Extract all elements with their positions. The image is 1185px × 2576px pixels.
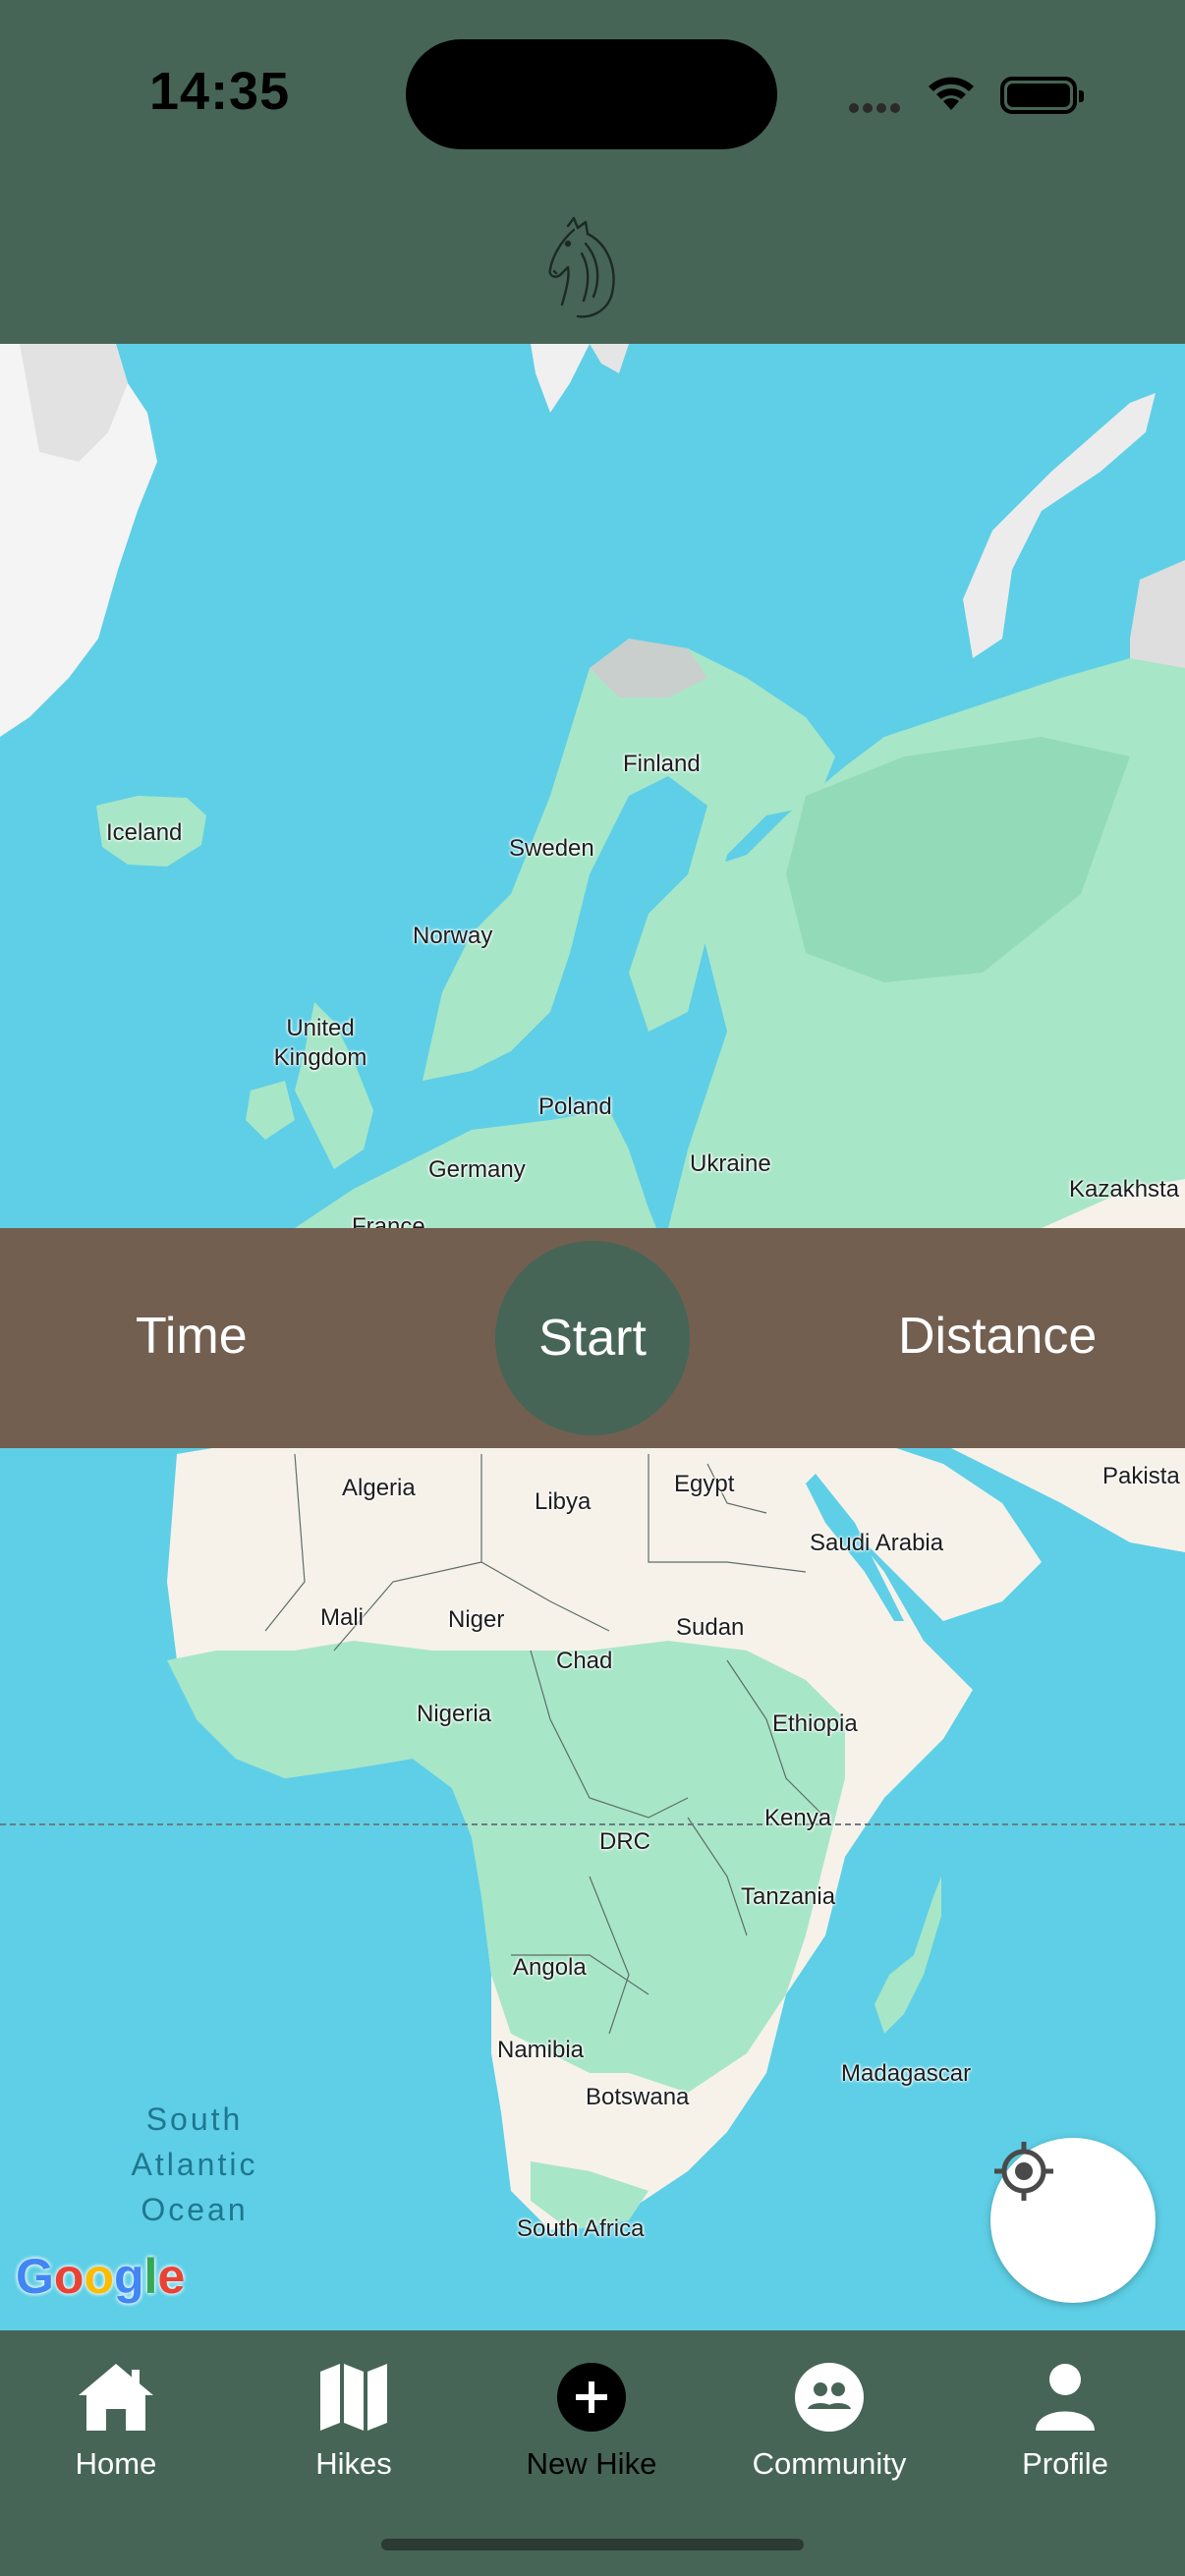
map-icon	[320, 2364, 387, 2431]
status-time: 14:35	[149, 62, 291, 121]
map-label-angola: Angola	[513, 1954, 587, 1981]
hike-control-bar: Time Start Distance	[0, 1228, 1185, 1448]
google-logo-letter: l	[143, 2249, 158, 2304]
cellular-signal-icon	[849, 100, 904, 118]
google-logo-letter: e	[157, 2249, 186, 2304]
google-logo-letter: o	[84, 2249, 114, 2304]
map-label-iceland: Iceland	[106, 819, 183, 846]
map-label-united-kingdom: United Kingdom	[273, 1015, 367, 1071]
map-label-norway: Norway	[413, 923, 493, 949]
map-label-chad: Chad	[556, 1648, 613, 1674]
map-label-kenya: Kenya	[764, 1805, 832, 1831]
map-label-sweden: Sweden	[509, 835, 594, 862]
map-label-tanzania: Tanzania	[741, 1883, 836, 1910]
map-label-namibia: Namibia	[497, 2037, 585, 2063]
my-location-button[interactable]	[990, 2138, 1156, 2303]
time-label: Time	[136, 1308, 248, 1365]
crosshair-location-icon	[994, 2142, 1053, 2201]
map-label-germany: Germany	[428, 1156, 526, 1183]
tab-new-hike[interactable]: New Hike	[483, 2348, 700, 2482]
map-label-sudan: Sudan	[676, 1614, 745, 1641]
tab-home[interactable]: Home	[8, 2348, 224, 2482]
status-bar: 14:35	[0, 0, 1185, 318]
equator-line	[0, 1823, 1185, 1825]
map-label-nigeria: Nigeria	[417, 1701, 492, 1727]
map-label-south-atlantic-ocean: South Atlantic Ocean	[131, 2101, 258, 2227]
map-label-libya: Libya	[535, 1488, 592, 1515]
google-logo-letter: G	[16, 2249, 54, 2304]
home-indicator	[381, 2539, 804, 2550]
map-label-madagascar: Madagascar	[841, 2060, 972, 2087]
map-label-ethiopia: Ethiopia	[772, 1710, 858, 1737]
tab-community[interactable]: Community	[721, 2348, 937, 2482]
home-icon	[79, 2364, 153, 2431]
map-label-egypt: Egypt	[674, 1471, 735, 1497]
battery-icon	[1000, 77, 1084, 114]
tab-profile[interactable]: Profile	[957, 2348, 1173, 2482]
google-logo-letter: g	[114, 2249, 144, 2304]
plus-circle-icon	[557, 2363, 626, 2432]
distance-label: Distance	[898, 1308, 1098, 1365]
map-label-saudi-arabia: Saudi Arabia	[810, 1530, 944, 1556]
map-label-botswana: Botswana	[586, 2084, 690, 2110]
horse-logo-icon	[548, 216, 615, 318]
tab-hikes[interactable]: Hikes	[246, 2348, 462, 2482]
map-label-niger: Niger	[448, 1606, 505, 1633]
map-label-drc: DRC	[599, 1828, 650, 1855]
map-label-ukraine: Ukraine	[690, 1150, 771, 1177]
map-label-algeria: Algeria	[342, 1475, 416, 1501]
google-logo: Google	[16, 2248, 185, 2305]
map-label-poland: Poland	[538, 1093, 612, 1120]
map-label-kazakhstan: Kazakhsta	[1069, 1176, 1180, 1203]
map-label-pakistan: Pakista	[1102, 1463, 1180, 1489]
start-button[interactable]: Start	[495, 1241, 690, 1435]
map-label-south-africa: South Africa	[517, 2215, 645, 2242]
map-label-finland: Finland	[623, 751, 701, 777]
person-icon	[1036, 2364, 1095, 2431]
google-logo-letter: o	[53, 2249, 85, 2304]
map-label-mali: Mali	[320, 1604, 365, 1631]
community-icon	[795, 2363, 864, 2432]
dynamic-island	[406, 39, 777, 149]
wifi-icon	[929, 77, 974, 110]
